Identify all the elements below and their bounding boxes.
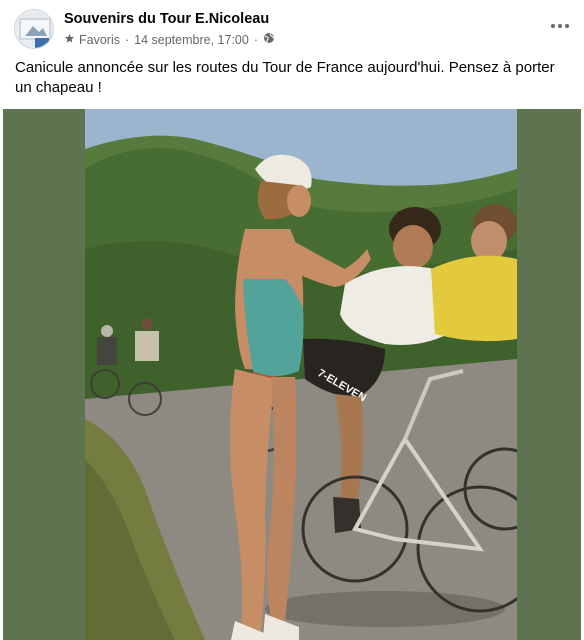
post-header: Souvenirs du Tour E.Nicoleau Favoris · 1… bbox=[0, 0, 584, 56]
post-photo[interactable]: 7-ELEVEN bbox=[85, 109, 517, 640]
author-name[interactable]: Souvenirs du Tour E.Nicoleau bbox=[64, 11, 269, 27]
globe-icon bbox=[263, 32, 275, 47]
more-dot bbox=[558, 24, 562, 28]
post-meta: Favoris · 14 septembre, 17:00 · bbox=[64, 32, 275, 47]
post-media[interactable]: 7-ELEVEN bbox=[3, 109, 581, 640]
star-icon bbox=[64, 33, 75, 47]
post-text: Canicule annoncée sur les routes du Tour… bbox=[15, 59, 555, 96]
more-dot bbox=[565, 24, 569, 28]
meta-separator: · bbox=[124, 32, 130, 47]
post-timestamp[interactable]: 14 septembre, 17:00 bbox=[134, 33, 249, 47]
audience-label[interactable]: Favoris bbox=[79, 33, 120, 47]
page-avatar[interactable] bbox=[14, 9, 54, 49]
meta-separator-2: · bbox=[253, 32, 258, 47]
facebook-post: Souvenirs du Tour E.Nicoleau Favoris · 1… bbox=[0, 0, 584, 640]
more-dot bbox=[551, 24, 555, 28]
more-options-button[interactable] bbox=[544, 14, 576, 38]
